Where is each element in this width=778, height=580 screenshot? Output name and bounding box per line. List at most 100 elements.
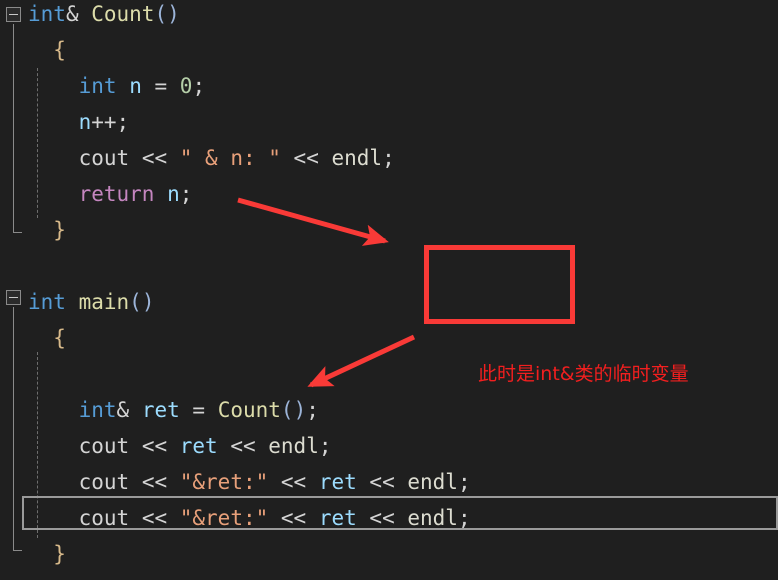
- code-token-variable: ret: [318, 506, 357, 530]
- code-token-plain: =: [141, 74, 180, 98]
- fold-foot-main-function: [13, 550, 22, 551]
- code-token-plain: &: [65, 2, 92, 26]
- code-line[interactable]: {: [0, 32, 778, 68]
- code-token-brace: {: [53, 326, 66, 350]
- code-line[interactable]: int& ret = Count();: [0, 392, 778, 428]
- code-line[interactable]: }: [0, 536, 778, 572]
- code-line[interactable]: cout << ret << endl;: [0, 428, 778, 464]
- code-token-function: Count: [217, 398, 281, 422]
- code-token-plain: ++;: [91, 110, 130, 134]
- code-token-plain: ;: [192, 74, 206, 98]
- code-line-text: int n = 0;: [79, 68, 206, 104]
- code-token-endl: endl: [407, 470, 458, 494]
- code-token-brace: }: [53, 218, 66, 242]
- code-line[interactable]: cout << "&ret:" << ret << endl;: [0, 464, 778, 500]
- code-line[interactable]: int& Count(): [0, 0, 778, 32]
- code-line-text: cout << ret << endl;: [79, 428, 332, 464]
- code-token-plain: ;: [318, 434, 332, 458]
- code-token-endl: endl: [331, 146, 383, 170]
- code-line[interactable]: int n = 0;: [0, 68, 778, 104]
- code-line[interactable]: cout << "&ret:" << ret << endl;: [0, 500, 778, 536]
- code-token-string: "&ret:": [179, 506, 269, 530]
- code-token-keyword: int: [78, 398, 117, 422]
- code-token-operator: <<: [129, 434, 180, 458]
- code-token-string: "&ret:": [179, 470, 269, 494]
- code-token-plain: ;: [457, 470, 471, 494]
- code-line-text: }: [53, 212, 66, 248]
- code-line[interactable]: cout << " & n: " << endl;: [0, 140, 778, 176]
- code-line-text: {: [53, 320, 66, 356]
- code-token-plain: ;: [457, 506, 471, 530]
- fold-line-main-function: [13, 307, 14, 550]
- code-token-keyword: int: [28, 290, 66, 314]
- code-line-text: cout << "&ret:" << ret << endl;: [79, 464, 471, 500]
- code-token-brace: }: [53, 542, 66, 566]
- fold-toggle-main-function[interactable]: [6, 290, 21, 305]
- code-token-paren: (: [154, 2, 168, 26]
- code-token-string: " & n: ": [179, 146, 281, 170]
- code-token-plain: cout: [78, 146, 130, 170]
- indent-guide-main-body: [37, 352, 38, 538]
- code-line-text: {: [53, 32, 66, 68]
- fold-toggle-count-function[interactable]: [6, 7, 21, 22]
- code-line[interactable]: {: [0, 320, 778, 356]
- code-editor-screenshot: int& Count(){int n = 0; n++; cout << " & n…: [0, 0, 778, 580]
- code-line-text: int& ret = Count();: [79, 392, 319, 428]
- code-token-variable: n: [167, 182, 180, 206]
- code-token-paren: (: [280, 398, 294, 422]
- code-token-operator: <<: [268, 506, 319, 530]
- code-token-plain: ;: [179, 182, 193, 206]
- code-token-operator: <<: [356, 506, 408, 530]
- code-token-function: Count: [91, 2, 155, 26]
- code-line-text: int main(): [28, 284, 154, 320]
- code-line[interactable]: return n;: [0, 176, 778, 212]
- code-token-operator: <<: [217, 434, 269, 458]
- code-token-operator: <<: [129, 470, 180, 494]
- code-token-endl: endl: [407, 506, 458, 530]
- code-token-variable: n: [78, 110, 92, 134]
- code-token-plain: =: [179, 398, 218, 422]
- code-token-variable: n: [129, 74, 142, 98]
- code-token-operator: <<: [356, 470, 408, 494]
- code-token-paren: ): [141, 290, 155, 314]
- code-token-brace: {: [53, 38, 66, 62]
- code-token-function: main: [78, 290, 130, 314]
- code-token-variable: ret: [318, 470, 357, 494]
- code-token-plain: cout: [78, 506, 130, 530]
- code-token-operator: <<: [280, 146, 332, 170]
- code-token-plain: ;: [306, 398, 319, 422]
- code-line-text: n++;: [79, 104, 130, 140]
- code-line[interactable]: }: [0, 212, 778, 248]
- code-token-control: return: [78, 182, 155, 206]
- code-token-plain: ;: [382, 146, 395, 170]
- code-token-paren: (: [129, 290, 142, 314]
- code-token-keyword: int: [78, 74, 117, 98]
- code-editor-surface[interactable]: int& Count(){int n = 0; n++; cout << " & n…: [0, 0, 778, 580]
- code-line-text: cout << " & n: " << endl;: [79, 140, 395, 176]
- code-line-text: return n;: [79, 176, 193, 212]
- fold-foot-count-function: [13, 232, 22, 233]
- code-token-operator: <<: [129, 146, 180, 170]
- code-token-plain: cout: [78, 434, 130, 458]
- code-token-operator: <<: [268, 470, 319, 494]
- annotation-red-rectangle: [424, 245, 575, 324]
- fold-line-count-function: [13, 24, 14, 232]
- code-token-plain: &: [116, 398, 142, 422]
- code-line[interactable]: n++;: [0, 104, 778, 140]
- code-line-text: cout << "&ret:" << ret << endl;: [79, 500, 471, 536]
- code-token-number: 0: [179, 74, 193, 98]
- code-line-text: int& Count(): [28, 0, 180, 32]
- annotation-note-text: 此时是int&类的临时变量: [478, 363, 689, 385]
- code-line[interactable]: [0, 248, 778, 284]
- code-line-text: }: [53, 536, 66, 572]
- code-token-paren: ): [167, 2, 180, 26]
- code-token-paren: ): [293, 398, 307, 422]
- code-token-endl: endl: [268, 434, 319, 458]
- code-token-variable: ret: [141, 398, 180, 422]
- indent-guide-count-body: [37, 68, 38, 218]
- code-line[interactable]: int main(): [0, 284, 778, 320]
- code-token-operator: <<: [129, 506, 180, 530]
